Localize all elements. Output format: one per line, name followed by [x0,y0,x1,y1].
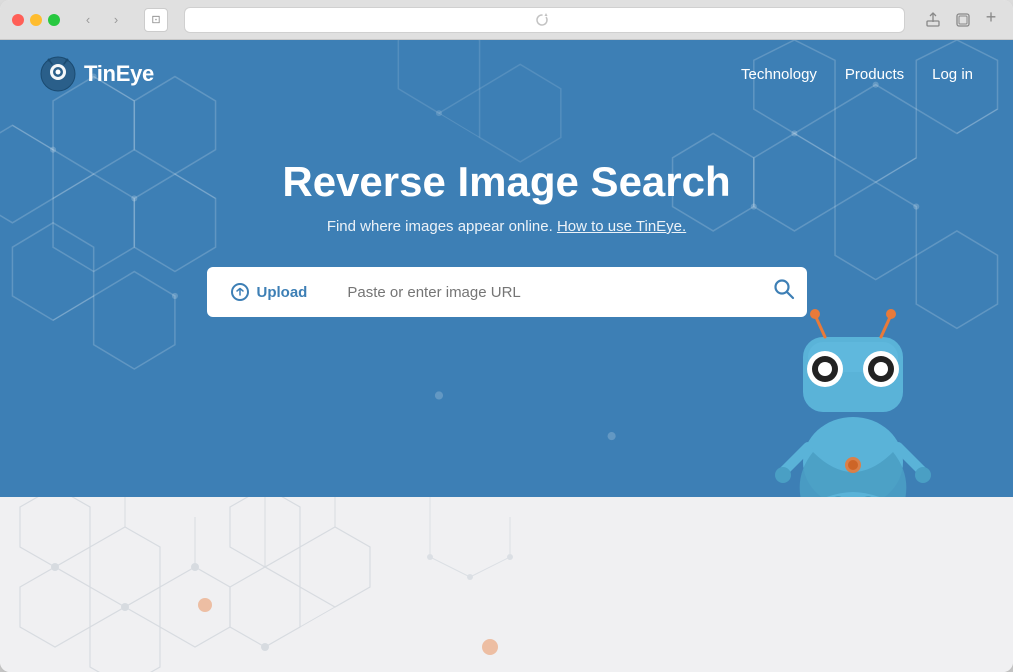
tab-bar: ⊡ [144,8,168,32]
new-tab-button[interactable]: + [981,8,1001,28]
back-button[interactable]: ‹ [76,8,100,32]
logo-text: TinEye [84,61,154,87]
browser-window: ‹ › ⊡ [0,0,1013,672]
bottom-section [0,497,1013,672]
search-icon [773,278,795,300]
url-input-wrapper [331,267,806,317]
maximize-button[interactable] [48,14,60,26]
hero-section: TinEye Technology Products Log in Revers… [0,40,1013,497]
hero-subtitle: Find where images appear online. How to … [327,218,686,235]
share-button[interactable] [921,8,945,32]
forward-button[interactable]: › [104,8,128,32]
search-button[interactable] [773,278,795,306]
minimize-button[interactable] [30,14,42,26]
hero-content: Reverse Image Search Find where images a… [0,108,1013,317]
nav-link-login[interactable]: Log in [932,66,973,83]
robot-mascot [773,307,933,497]
upload-button[interactable]: Upload [207,267,332,317]
nav-links: Technology Products Log in [741,66,973,83]
url-input[interactable] [331,267,806,317]
tabs-icon [955,12,971,28]
address-bar[interactable] [184,7,905,33]
browser-actions: + [921,8,1001,32]
search-area: Upload [207,267,807,317]
logo-area: TinEye [40,56,154,92]
hero-subtitle-link[interactable]: How to use TinEye. [557,218,686,235]
share-icon [925,12,941,28]
tab-icon[interactable]: ⊡ [144,8,168,32]
nav-link-products[interactable]: Products [845,66,904,83]
logo-icon [40,56,76,92]
upload-icon [231,283,249,301]
robot-mascot-svg [773,307,933,497]
reload-icon [535,13,549,27]
traffic-lights [12,14,60,26]
hero-title: Reverse Image Search [282,158,730,206]
nav-link-technology[interactable]: Technology [741,66,817,83]
upload-label: Upload [257,284,308,301]
browser-nav: ‹ › [76,8,128,32]
tabs-button[interactable] [951,8,975,32]
browser-titlebar: ‹ › ⊡ [0,0,1013,40]
close-button[interactable] [12,14,24,26]
hero-subtitle-text: Find where images appear online. [327,218,553,235]
page-content: TinEye Technology Products Log in Revers… [0,40,1013,672]
site-nav: TinEye Technology Products Log in [0,40,1013,108]
bottom-pattern-svg [0,497,1013,672]
